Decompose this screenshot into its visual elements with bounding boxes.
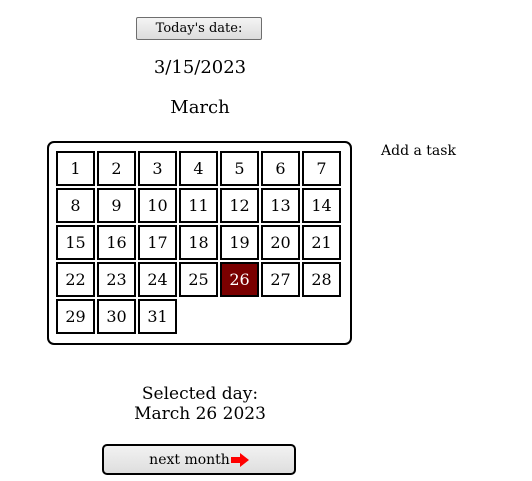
- calendar-day[interactable]: 27: [261, 262, 300, 297]
- calendar-day[interactable]: 4: [179, 151, 218, 186]
- calendar-day[interactable]: 29: [56, 299, 95, 334]
- calendar-day[interactable]: 31: [138, 299, 177, 334]
- calendar-day[interactable]: 2: [97, 151, 136, 186]
- calendar-day[interactable]: 7: [302, 151, 341, 186]
- calendar-day[interactable]: 30: [97, 299, 136, 334]
- calendar-day[interactable]: 1: [56, 151, 95, 186]
- calendar-grid: 1 2 3 4 5 6 7 8 9 10 11 12 13 14 15 16 17 18 19 20 21 22 23 24 2…: [56, 151, 348, 334]
- calendar-day[interactable]: 28: [302, 262, 341, 297]
- calendar-day[interactable]: 25: [179, 262, 218, 297]
- calendar-day[interactable]: 13: [261, 188, 300, 223]
- next-month-label: next month: [149, 451, 230, 468]
- today-date-display: 3/15/2023: [153, 57, 247, 78]
- calendar-day[interactable]: 26: [220, 262, 259, 297]
- calendar-day[interactable]: 16: [97, 225, 136, 260]
- calendar-day[interactable]: 20: [261, 225, 300, 260]
- calendar-day[interactable]: 17: [138, 225, 177, 260]
- calendar-day[interactable]: 19: [220, 225, 259, 260]
- calendar-day[interactable]: 23: [97, 262, 136, 297]
- calendar-day[interactable]: 24: [138, 262, 177, 297]
- calendar-day[interactable]: 9: [97, 188, 136, 223]
- next-month-button[interactable]: next month: [102, 444, 296, 475]
- selected-day-panel: Selected day: March 26 2023: [100, 384, 300, 424]
- month-name: March: [170, 97, 230, 118]
- calendar-day[interactable]: 8: [56, 188, 95, 223]
- calendar-day[interactable]: 21: [302, 225, 341, 260]
- calendar-day[interactable]: 3: [138, 151, 177, 186]
- selected-day-value: March 26 2023: [134, 404, 266, 424]
- calendar-day[interactable]: 15: [56, 225, 95, 260]
- todays-date-button[interactable]: Today's date:: [136, 17, 262, 40]
- selected-day-label: Selected day:: [141, 384, 259, 404]
- calendar-day[interactable]: 12: [220, 188, 259, 223]
- calendar-day[interactable]: 14: [302, 188, 341, 223]
- calendar-day[interactable]: 5: [220, 151, 259, 186]
- calendar-day[interactable]: 6: [261, 151, 300, 186]
- calendar-day[interactable]: 10: [138, 188, 177, 223]
- calendar-day[interactable]: 18: [179, 225, 218, 260]
- add-task-link[interactable]: Add a task: [381, 142, 456, 160]
- calendar-day[interactable]: 22: [56, 262, 95, 297]
- calendar-day[interactable]: 11: [179, 188, 218, 223]
- right-arrow-icon: [230, 452, 249, 467]
- calendar-panel: 1 2 3 4 5 6 7 8 9 10 11 12 13 14 15 16 17 18 19 20 21 22 23 24 2…: [47, 141, 352, 345]
